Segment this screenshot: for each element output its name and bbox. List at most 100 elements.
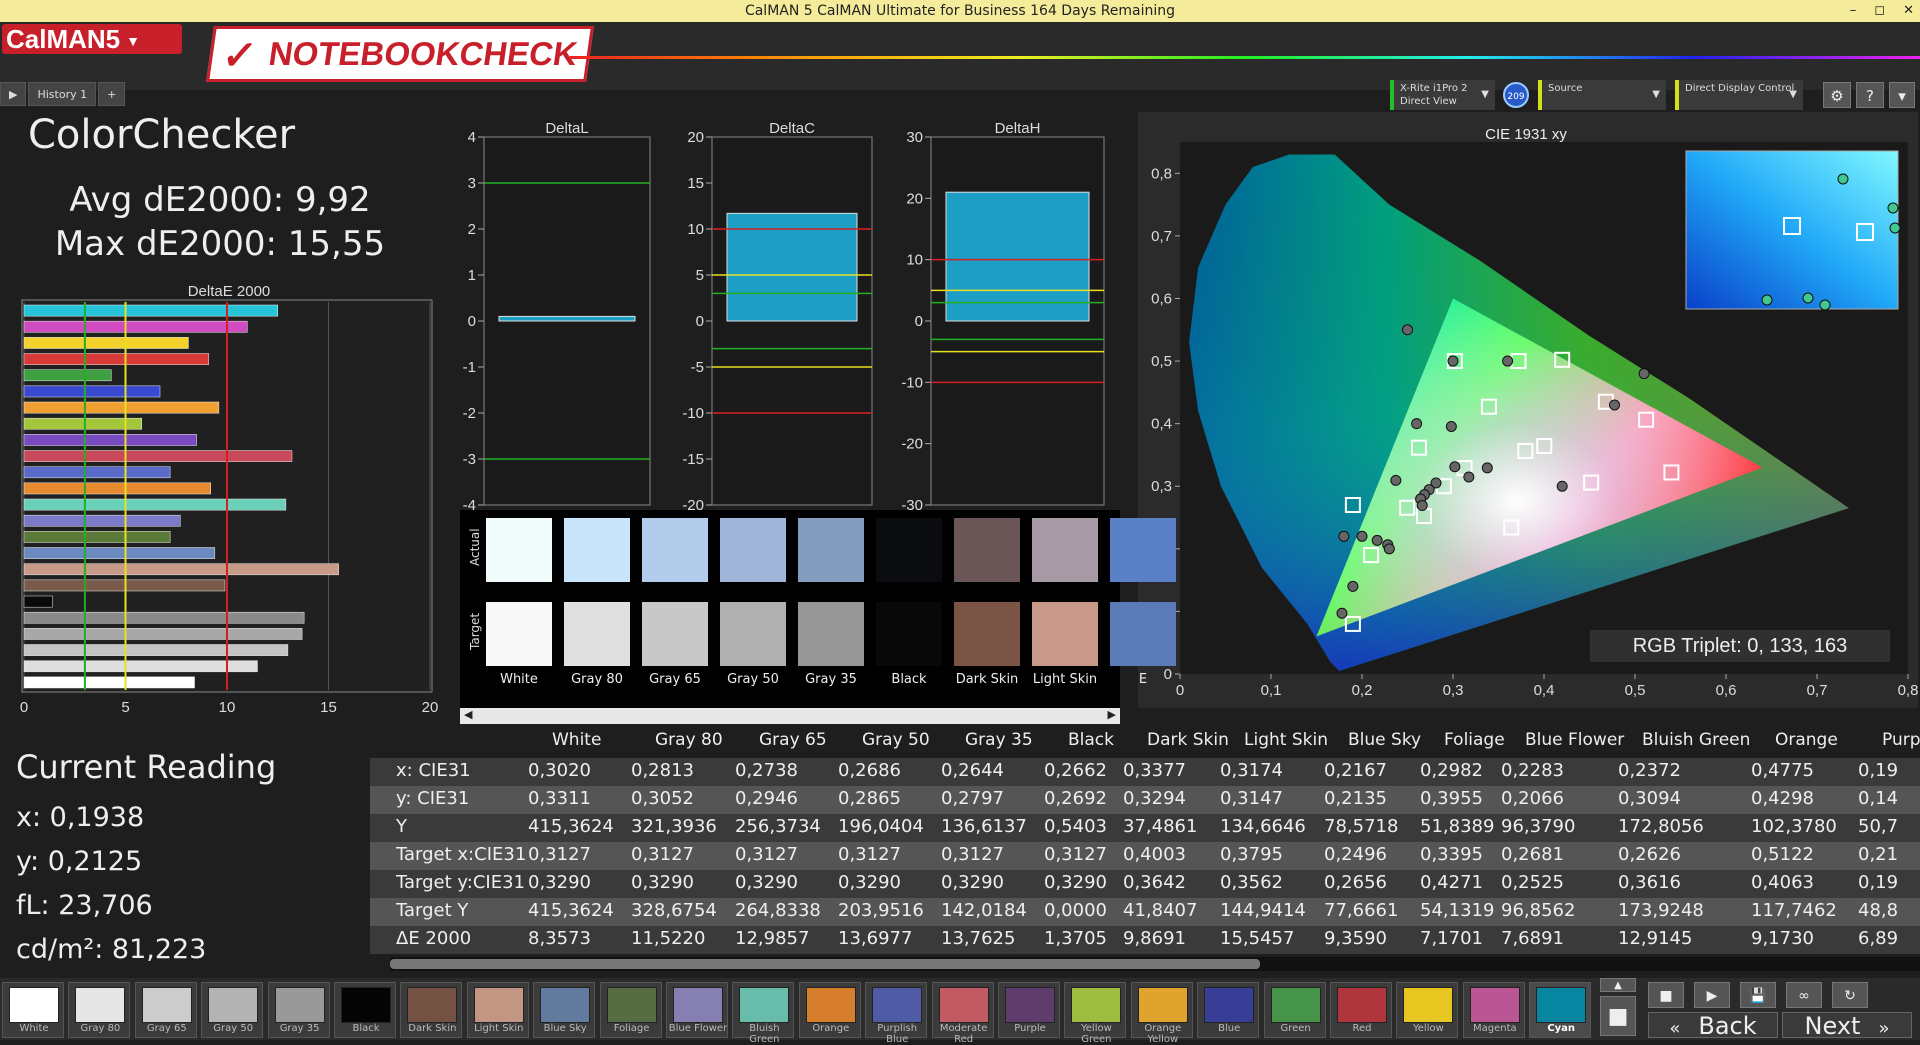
table-cell: 0,4298 bbox=[1751, 788, 1814, 809]
target-label: Target bbox=[468, 612, 482, 650]
patch-button-gray-50[interactable]: Gray 50 bbox=[201, 982, 264, 1038]
table-row: ΔE 2000 8,3573 11,5220 12,9857 13,6977 13,762… bbox=[370, 926, 1920, 954]
patch-button-yellow-green[interactable]: Yellow Green bbox=[1064, 982, 1127, 1045]
swatch-target bbox=[954, 602, 1020, 666]
patch-color bbox=[606, 987, 657, 1023]
next-button[interactable]: Next » bbox=[1782, 1012, 1912, 1039]
stop-button[interactable]: ■ bbox=[1648, 982, 1684, 1008]
patch-label: Dark Skin bbox=[408, 1023, 457, 1034]
patch-button-bluish-green[interactable]: Bluish Green bbox=[732, 982, 795, 1045]
patch-button-black[interactable]: Black bbox=[334, 982, 396, 1038]
x-tick-label: 0,3 bbox=[1443, 682, 1464, 699]
table-row: Target x:CIE31 0,3127 0,3127 0,3127 0,3127 0,… bbox=[370, 842, 1920, 870]
current-reading-title: Current Reading bbox=[16, 748, 277, 786]
patch-button-magenta[interactable]: Magenta bbox=[1462, 982, 1525, 1038]
chevron-right-icon[interactable]: ▶ bbox=[1108, 708, 1116, 721]
patch-label: Gray 35 bbox=[279, 1023, 320, 1034]
back-button[interactable]: « Back bbox=[1648, 1012, 1778, 1039]
table-cell: 0,3616 bbox=[1618, 872, 1681, 893]
table-scrollbar[interactable] bbox=[390, 957, 1920, 971]
patch-color bbox=[1469, 987, 1520, 1023]
bar-black bbox=[23, 595, 53, 608]
table-cell: 0,2372 bbox=[1618, 760, 1681, 781]
table-cell: 0,3290 bbox=[528, 872, 591, 893]
y-tick-label: -3 bbox=[463, 451, 476, 468]
patch-label: White bbox=[19, 1023, 49, 1034]
patch-button-foliage[interactable]: Foliage bbox=[599, 982, 662, 1038]
actual-label: Actual bbox=[468, 528, 482, 566]
table-cell: 0,3294 bbox=[1123, 788, 1186, 809]
y-tick-label: 0,7 bbox=[1151, 228, 1172, 245]
bar-red bbox=[23, 353, 209, 365]
refresh-icon: ↻ bbox=[1844, 988, 1856, 1004]
table-cell: 9,1730 bbox=[1751, 928, 1814, 949]
measured-point bbox=[1416, 500, 1428, 512]
patch-button-red[interactable]: Red bbox=[1330, 982, 1392, 1038]
reading-cdm2: cd/m²: 81,223 bbox=[16, 934, 207, 965]
refresh-button[interactable]: ↻ bbox=[1832, 982, 1868, 1008]
table-cell: 0,3020 bbox=[528, 760, 591, 781]
table-cell: 0,2525 bbox=[1501, 872, 1564, 893]
patch-button-gray-80[interactable]: Gray 80 bbox=[68, 982, 131, 1038]
y-tick-label: 20 bbox=[906, 190, 923, 207]
patch-button-white[interactable]: White bbox=[2, 982, 64, 1038]
y-tick-label: -5 bbox=[691, 359, 704, 376]
bar-yellow bbox=[23, 337, 189, 349]
patch-button-purplish-blue[interactable]: Purplish Blue bbox=[865, 982, 928, 1045]
patch-label: Light Skin bbox=[474, 1023, 524, 1034]
patch-button-yellow[interactable]: Yellow bbox=[1396, 982, 1459, 1038]
patch-button-purple[interactable]: Purple bbox=[998, 982, 1060, 1038]
bar-gray-50 bbox=[23, 628, 303, 640]
inset-point bbox=[1802, 292, 1814, 304]
stop-measure-button[interactable]: ■ bbox=[1600, 996, 1636, 1036]
chart-title: CIE 1931 xy bbox=[1485, 126, 1567, 143]
patch-button-moderate-red[interactable]: Moderate Red bbox=[931, 982, 994, 1045]
save-button[interactable]: 💾 bbox=[1740, 982, 1776, 1008]
measured-point bbox=[1445, 420, 1457, 432]
table-cell: 0,3290 bbox=[838, 872, 901, 893]
y-tick-label: 20 bbox=[687, 129, 704, 146]
patch-button-blue[interactable]: Blue bbox=[1197, 982, 1260, 1038]
table-cell: 0,2813 bbox=[631, 760, 694, 781]
patch-button-cyan[interactable]: Cyan bbox=[1529, 982, 1592, 1038]
patch-button-blue-flower[interactable]: Blue Flower bbox=[666, 982, 728, 1038]
x-tick-label: 0,7 bbox=[1807, 682, 1828, 699]
patch-button-light-skin[interactable]: Light Skin bbox=[466, 982, 529, 1038]
patch-button-gray-65[interactable]: Gray 65 bbox=[134, 982, 197, 1038]
swatch-scrollbar[interactable]: ◀ ▶ bbox=[460, 708, 1120, 724]
table-cell: 0,3562 bbox=[1220, 872, 1283, 893]
table-cell: 13,7625 bbox=[941, 928, 1016, 949]
patch-button-green[interactable]: Green bbox=[1263, 982, 1326, 1038]
rgb-triplet-readout: RGB Triplet: 0, 133, 163 bbox=[1633, 635, 1848, 657]
collapse-button[interactable]: ▲ bbox=[1600, 978, 1636, 992]
loop-button[interactable]: ∞ bbox=[1786, 982, 1822, 1008]
measured-point bbox=[1356, 530, 1368, 542]
patch-button-orange-yellow[interactable]: Orange Yellow bbox=[1130, 982, 1193, 1045]
patch-label: Gray 65 bbox=[146, 1023, 187, 1034]
patch-button-dark-skin[interactable]: Dark Skin bbox=[400, 982, 463, 1038]
patch-color bbox=[1270, 987, 1321, 1023]
y-tick-label: 5 bbox=[696, 267, 704, 284]
table-cell: 0,2496 bbox=[1324, 844, 1387, 865]
patch-label: Gray 50 bbox=[213, 1023, 254, 1034]
row-label: Target Y bbox=[396, 900, 469, 921]
table-cell: 0,2656 bbox=[1324, 872, 1387, 893]
table-cell: 196,0404 bbox=[838, 816, 924, 837]
column-header: Foliage bbox=[1444, 730, 1505, 750]
table-cell: 0,2681 bbox=[1501, 844, 1564, 865]
y-tick-label: 30 bbox=[906, 129, 923, 146]
scroll-thumb[interactable] bbox=[390, 959, 1260, 969]
double-chevron-right-icon: » bbox=[1878, 1018, 1890, 1039]
swatch-target bbox=[564, 602, 630, 666]
measured-point bbox=[1556, 480, 1568, 492]
patch-button-orange[interactable]: Orange bbox=[798, 982, 861, 1038]
patch-button-blue-sky[interactable]: Blue Sky bbox=[533, 982, 596, 1038]
bar-gray-65 bbox=[23, 644, 289, 656]
column-header: Blue Sky bbox=[1348, 730, 1422, 750]
chevron-left-icon[interactable]: ◀ bbox=[464, 708, 472, 721]
bar-yellow-green bbox=[23, 417, 142, 430]
play-button[interactable]: ▶ bbox=[1694, 982, 1730, 1008]
bar-foliage bbox=[23, 531, 171, 543]
patch-color bbox=[1204, 987, 1255, 1023]
patch-button-gray-35[interactable]: Gray 35 bbox=[267, 982, 330, 1038]
